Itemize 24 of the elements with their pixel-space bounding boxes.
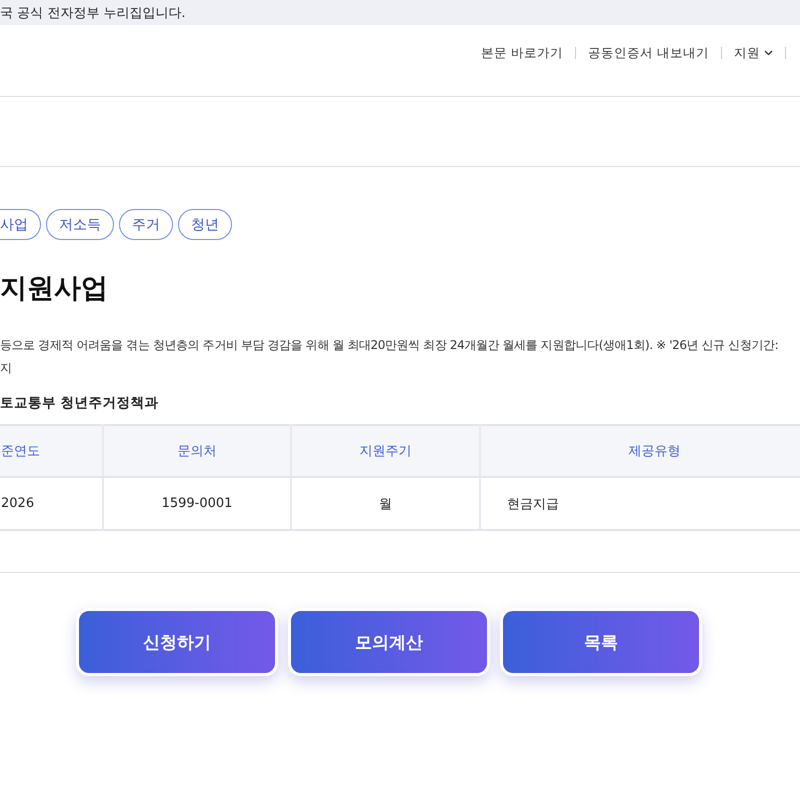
agency-text: 토교통부 청년주거정책과 <box>0 394 160 412</box>
description-text: 등으로 경제적 어려움을 겪는 청년층의 주거비 부담 경감을 위해 월 최대20만원씩 최장 24개월간 월세를 지원합니다(생애1회). ※ '26년 신규 신청기간: <box>0 337 780 354</box>
description-text: 지 <box>0 360 13 377</box>
nav-link[interactable]: 본문 바로가기 <box>481 44 564 62</box>
table-cell: 2026 <box>0 477 103 530</box>
table-cell: 현금지급 <box>480 477 800 530</box>
nav-link[interactable]: 공동인증서 내보내기 <box>588 44 709 62</box>
action-button[interactable]: 모의계산 <box>288 608 490 676</box>
banner-text: 국 공식 전자정부 누리집입니다. <box>0 4 186 22</box>
action-button[interactable]: 목록 <box>500 608 702 676</box>
column-header: 제공유형 <box>480 425 800 477</box>
category-tag: 사업 <box>0 209 41 240</box>
support-menu[interactable]: 지원 <box>734 44 773 62</box>
table-cell: 1599-0001 <box>103 477 291 530</box>
action-button[interactable]: 신청하기 <box>76 608 278 676</box>
category-tag: 청년 <box>178 209 232 240</box>
category-tag: 저소득 <box>46 209 114 240</box>
table-cell: 월 <box>291 477 480 530</box>
column-header: 지원주기 <box>291 425 480 477</box>
chevron-down-icon <box>764 50 773 56</box>
page-title: 지원사업 <box>0 272 109 306</box>
category-tag: 주거 <box>119 209 173 240</box>
column-header: 준연도 <box>0 425 103 477</box>
column-header: 문의처 <box>103 425 291 477</box>
